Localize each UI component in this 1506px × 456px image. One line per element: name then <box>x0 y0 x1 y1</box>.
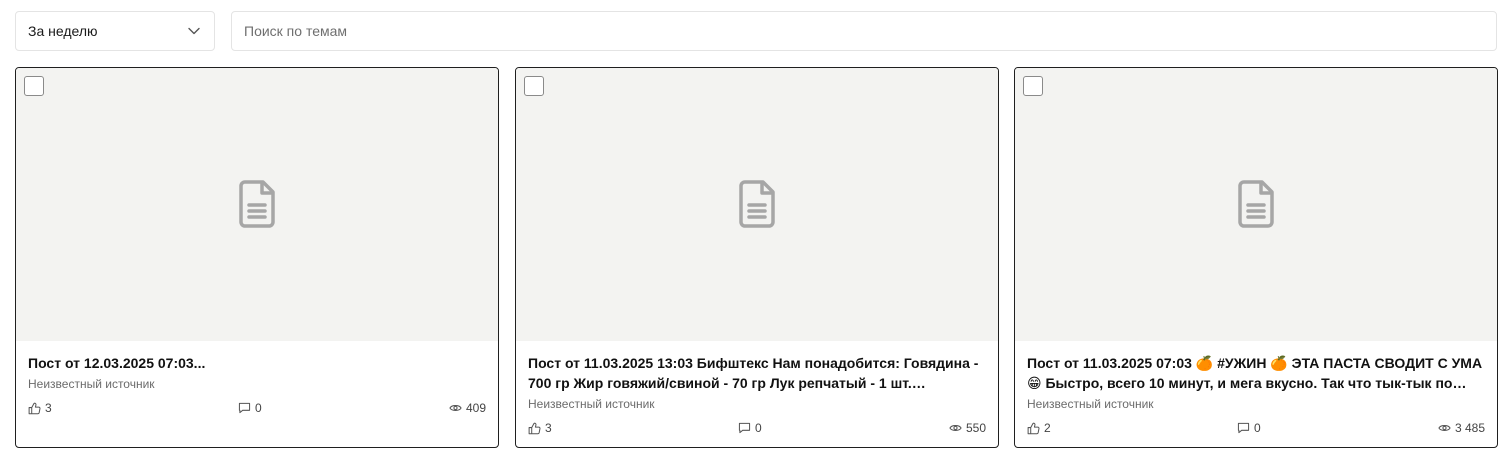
likes-stat: 3 <box>528 421 552 435</box>
post-thumbnail <box>16 68 498 341</box>
post-card[interactable]: Пост от 11.03.2025 07:03 🍊 #УЖИН 🍊 ЭТА П… <box>1014 67 1498 448</box>
views-stat: 3 485 <box>1438 421 1485 435</box>
period-select[interactable]: За неделю <box>15 11 215 51</box>
post-stats: 3 0 550 <box>528 420 986 436</box>
thumbs-up-icon <box>528 422 541 435</box>
document-icon <box>237 180 277 228</box>
comments-count: 0 <box>255 401 262 415</box>
search-field[interactable] <box>231 11 1497 51</box>
comments-count: 0 <box>1254 421 1261 435</box>
chevron-down-icon <box>188 25 200 37</box>
post-thumbnail <box>516 68 998 341</box>
eye-icon <box>449 403 462 413</box>
views-count: 3 485 <box>1454 421 1485 435</box>
post-thumbnail <box>1015 68 1497 341</box>
eye-icon <box>949 423 962 433</box>
views-count: 409 <box>465 401 486 415</box>
post-stats: 3 0 409 <box>28 400 486 416</box>
likes-count: 2 <box>1044 421 1051 435</box>
likes-count: 3 <box>45 401 52 415</box>
comments-stat: 0 <box>238 401 262 415</box>
document-icon <box>737 180 777 228</box>
post-title[interactable]: Пост от 11.03.2025 13:03 Бифштекс Нам по… <box>528 353 986 393</box>
period-select-value: За неделю <box>28 23 98 39</box>
post-source: Неизвестный источник <box>1027 397 1154 411</box>
post-stats: 2 0 3 485 <box>1027 420 1485 436</box>
views-stat: 550 <box>949 421 986 435</box>
post-info: Пост от 11.03.2025 07:03 🍊 #УЖИН 🍊 ЭТА П… <box>1027 353 1485 412</box>
search-input[interactable] <box>244 23 1484 39</box>
comments-stat: 0 <box>738 421 762 435</box>
post-title[interactable]: Пост от 11.03.2025 07:03 🍊 #УЖИН 🍊 ЭТА П… <box>1027 353 1485 393</box>
filter-toolbar: За неделю <box>15 11 1497 51</box>
eye-icon <box>1438 423 1451 433</box>
comments-stat: 0 <box>1237 421 1261 435</box>
document-icon <box>1236 180 1276 228</box>
comments-count: 0 <box>755 421 762 435</box>
comment-icon <box>1237 422 1250 434</box>
post-select-checkbox[interactable] <box>24 76 44 96</box>
likes-stat: 3 <box>28 401 52 415</box>
post-cards-grid: Пост от 12.03.2025 07:03... Неизвестный … <box>15 67 1498 448</box>
views-count: 550 <box>965 421 986 435</box>
post-card[interactable]: Пост от 12.03.2025 07:03... Неизвестный … <box>15 67 499 448</box>
comment-icon <box>738 422 751 434</box>
post-select-checkbox[interactable] <box>1023 76 1043 96</box>
comment-icon <box>238 402 251 414</box>
views-stat: 409 <box>449 401 486 415</box>
post-info: Пост от 11.03.2025 13:03 Бифштекс Нам по… <box>528 353 986 412</box>
post-source: Неизвестный источник <box>528 397 655 411</box>
thumbs-up-icon <box>1027 422 1040 435</box>
post-title[interactable]: Пост от 12.03.2025 07:03... <box>28 353 486 373</box>
post-source: Неизвестный источник <box>28 377 155 391</box>
thumbs-up-icon <box>28 402 41 415</box>
likes-stat: 2 <box>1027 421 1051 435</box>
post-card[interactable]: Пост от 11.03.2025 13:03 Бифштекс Нам по… <box>515 67 999 448</box>
post-info: Пост от 12.03.2025 07:03... Неизвестный … <box>28 353 486 392</box>
post-select-checkbox[interactable] <box>524 76 544 96</box>
likes-count: 3 <box>545 421 552 435</box>
